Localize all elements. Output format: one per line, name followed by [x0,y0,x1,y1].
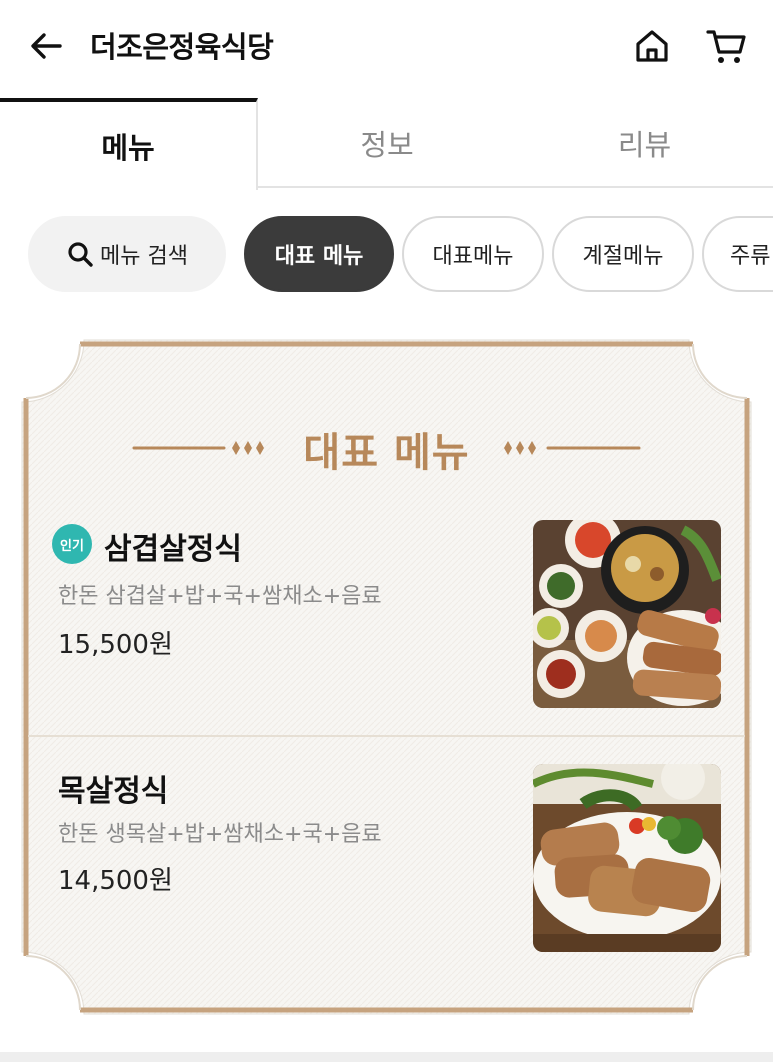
menu-item-divider [28,735,745,737]
menu-search-button[interactable]: 메뉴 검색 [28,216,226,292]
cart-button[interactable] [704,24,748,68]
menu-item-name: 목살정식 [58,774,169,809]
arrow-left-icon [31,33,62,59]
chip-signature-menu[interactable]: 대표 메뉴 [244,216,394,292]
chip-drinks[interactable]: 주류 [702,216,773,292]
chip-signature-menu-2[interactable]: 대표메뉴 [402,216,544,292]
app-header: 더조은정육식당 [0,0,773,92]
chip-seasonal-menu[interactable]: 계절메뉴 [552,216,694,292]
page-title: 더조은정육식당 [90,30,274,64]
menu-item-photo [533,520,721,708]
menu-section-title: 대표 메뉴 [303,430,470,476]
menu-item-name: 삼겹살정식 [104,532,242,567]
menu-item[interactable]: 목살정식 한돈 생목살+밥+쌈채소+국+음료 14,500원 [28,762,745,972]
search-icon [66,240,94,268]
category-chip-bar: 메뉴 검색 대표 메뉴 대표메뉴 계절메뉴 주류 [0,214,773,296]
menu-item-price: 14,500원 [58,866,173,896]
tab-bar: 메뉴 정보 리뷰 [0,98,773,190]
tab-info[interactable]: 정보 [258,98,516,188]
home-icon [636,30,668,62]
menu-item[interactable]: 인기 삼겹살정식 한돈 삼겹살+밥+국+쌈채소+음료 15,500원 [28,518,745,728]
menu-item-price: 15,500원 [58,630,173,660]
menu-search-label: 메뉴 검색 [100,244,188,269]
bottom-spacer [0,1052,773,1062]
menu-item-photo [533,764,721,952]
cart-icon [706,30,746,63]
back-button[interactable] [26,26,66,66]
home-button[interactable] [632,26,672,66]
menu-item-description: 한돈 생목살+밥+쌈채소+국+음료 [58,822,382,847]
tab-reviews[interactable]: 리뷰 [516,98,773,188]
menu-item-description: 한돈 삼겹살+밥+국+쌈채소+음료 [58,584,382,609]
popular-badge: 인기 [52,524,92,564]
tab-menu[interactable]: 메뉴 [0,98,258,190]
